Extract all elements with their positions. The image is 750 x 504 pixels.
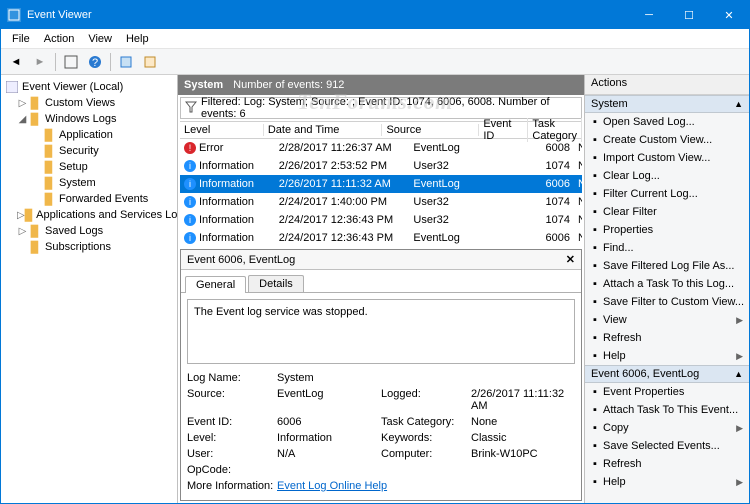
actions-section-system[interactable]: System▲ <box>585 95 749 113</box>
action-item[interactable]: ▪Open Saved Log... <box>585 113 749 131</box>
forward-button[interactable]: ► <box>29 51 51 73</box>
tree-pane: Event Viewer (Local) ▷▉Custom Views◢▉Win… <box>1 75 178 503</box>
action-item[interactable]: ▪Attach Task To This Event... <box>585 401 749 419</box>
detail-pane: Event 6006, EventLog ✕ General Details T… <box>180 249 582 501</box>
actions-section-event[interactable]: Event 6006, EventLog▲ <box>585 365 749 383</box>
svg-text:?: ? <box>92 57 98 69</box>
help-icon[interactable]: ? <box>84 51 106 73</box>
actions-pane: Actions System▲ ▪Open Saved Log...▪Creat… <box>584 75 749 503</box>
minimize-button[interactable]: ─ <box>629 1 669 29</box>
tree-item[interactable]: ▉Forwarded Events <box>3 191 175 207</box>
close-button[interactable]: ✕ <box>709 1 749 29</box>
toolbar: ◄ ► ? <box>1 49 749 75</box>
app-icon <box>7 8 21 22</box>
table-row[interactable]: iInformation2/26/2017 2:53:52 PMUser3210… <box>180 157 582 175</box>
detail-title: Event 6006, EventLog <box>187 254 295 266</box>
action-item[interactable]: ▪Import Custom View... <box>585 149 749 167</box>
action-item[interactable]: ▪Find... <box>585 239 749 257</box>
table-row[interactable]: iInformation2/24/2017 12:36:43 PMEventLo… <box>180 229 582 247</box>
online-help-link[interactable]: Event Log Online Help <box>277 480 387 492</box>
action-item[interactable]: ▪Refresh <box>585 455 749 473</box>
maximize-button[interactable]: ☐ <box>669 1 709 29</box>
table-row[interactable]: iInformation2/24/2017 12:36:43 PMUser321… <box>180 211 582 229</box>
toolbar-icon[interactable] <box>60 51 82 73</box>
actions-header: Actions <box>585 75 749 95</box>
tree-item[interactable]: ▉Setup <box>3 159 175 175</box>
menu-action[interactable]: Action <box>37 31 82 47</box>
detail-close-icon[interactable]: ✕ <box>566 253 575 266</box>
tree-item[interactable]: ▷▉Custom Views <box>3 95 175 111</box>
center-pane: System Number of events: 912 Filtered: L… <box>178 75 584 503</box>
event-properties: Log Name:System Source:EventLog Logged:2… <box>187 370 575 494</box>
action-item[interactable]: ▪Properties <box>585 221 749 239</box>
action-item[interactable]: ▪Help▶ <box>585 347 749 365</box>
toolbar-icon[interactable] <box>139 51 161 73</box>
table-row[interactable]: iInformation2/26/2017 11:11:32 AMEventLo… <box>180 175 582 193</box>
filter-bar: Filtered: Log: System; Source: ; Event I… <box>180 97 582 119</box>
tab-details[interactable]: Details <box>248 275 304 292</box>
tree-item[interactable]: ▷▉Applications and Services Logs <box>3 207 175 223</box>
menubar: File Action View Help <box>1 29 749 49</box>
tree-item[interactable]: ▉Application <box>3 127 175 143</box>
action-item[interactable]: ▪Save Filtered Log File As... <box>585 257 749 275</box>
action-item[interactable]: ▪Filter Current Log... <box>585 185 749 203</box>
action-item[interactable]: ▪View▶ <box>585 311 749 329</box>
action-item[interactable]: ▪Save Selected Events... <box>585 437 749 455</box>
tree-item[interactable]: ▷▉Saved Logs <box>3 223 175 239</box>
tab-general[interactable]: General <box>185 276 246 293</box>
back-button[interactable]: ◄ <box>5 51 27 73</box>
action-item[interactable]: ▪Event Properties <box>585 383 749 401</box>
grid-header[interactable]: Level Date and Time Source Event ID Task… <box>180 121 582 139</box>
action-item[interactable]: ▪Clear Filter <box>585 203 749 221</box>
filter-text: Filtered: Log: System; Source: ; Event I… <box>201 96 577 120</box>
action-item[interactable]: ▪Refresh <box>585 329 749 347</box>
tree-item[interactable]: ▉Subscriptions <box>3 239 175 255</box>
table-row[interactable]: !Error2/28/2017 11:26:37 AMEventLog6008N… <box>180 139 582 157</box>
window-title: Event Viewer <box>27 9 92 21</box>
tree-item[interactable]: ▉System <box>3 175 175 191</box>
tree-item[interactable]: ◢▉Windows Logs <box>3 111 175 127</box>
action-item[interactable]: ▪Create Custom View... <box>585 131 749 149</box>
titlebar[interactable]: Event Viewer ─ ☐ ✕ <box>1 1 749 29</box>
menu-view[interactable]: View <box>81 31 119 47</box>
action-item[interactable]: ▪Help▶ <box>585 473 749 491</box>
filter-icon <box>185 101 197 116</box>
center-header: System Number of events: 912 <box>178 75 584 95</box>
action-item[interactable]: ▪Attach a Task To this Log... <box>585 275 749 293</box>
action-item[interactable]: ▪Save Filter to Custom View... <box>585 293 749 311</box>
event-message: The Event log service was stopped. <box>187 299 575 364</box>
menu-file[interactable]: File <box>5 31 37 47</box>
tree-root[interactable]: Event Viewer (Local) <box>3 79 175 95</box>
tree-item[interactable]: ▉Security <box>3 143 175 159</box>
toolbar-icon[interactable] <box>115 51 137 73</box>
action-item[interactable]: ▪Clear Log... <box>585 167 749 185</box>
action-item[interactable]: ▪Copy▶ <box>585 419 749 437</box>
menu-help[interactable]: Help <box>119 31 156 47</box>
table-row[interactable]: iInformation2/24/2017 1:40:00 PMUser3210… <box>180 193 582 211</box>
